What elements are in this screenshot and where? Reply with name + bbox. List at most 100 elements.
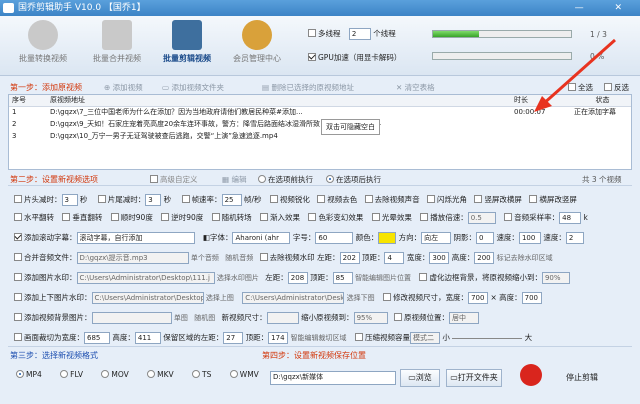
window-controls[interactable]: — ✕ — [575, 0, 636, 16]
crop-checkbox[interactable] — [14, 333, 22, 341]
size-select[interactable]: 60 — [315, 232, 354, 244]
browse-button[interactable]: ▭浏览 — [400, 369, 440, 387]
gpu-option[interactable]: GPU加速（用显卡解码） — [308, 52, 401, 63]
advanced-checkbox[interactable] — [150, 175, 158, 183]
multithread-option[interactable]: 多线程 2 个线程 — [308, 28, 396, 40]
merge-audio-checkbox[interactable] — [14, 253, 22, 261]
horizontal-checkbox[interactable] — [529, 195, 538, 203]
orig-pos-checkbox[interactable] — [393, 313, 402, 321]
format-radio-mov[interactable] — [101, 370, 110, 378]
stop-icon[interactable] — [520, 364, 542, 386]
image-path-input[interactable]: C:\Users\Administrator\Desktop\111.j — [76, 272, 215, 284]
compress-slider[interactable] — [452, 337, 523, 339]
bg-single-button[interactable]: 单图 — [174, 314, 188, 322]
after-radio[interactable] — [326, 175, 334, 183]
remove-wm-checkbox[interactable] — [259, 253, 268, 261]
head-cut-input[interactable]: 3 — [61, 194, 78, 206]
blur-checkbox[interactable] — [419, 273, 428, 281]
direction-select[interactable]: 向左 — [421, 232, 452, 244]
size-w-input[interactable]: 700 — [468, 292, 489, 304]
left-input[interactable]: 202 — [339, 252, 360, 264]
subtitle-input[interactable]: 滚动字幕，自行添加 — [76, 232, 195, 244]
top-input[interactable]: 4 — [384, 252, 405, 264]
toolbar-merge[interactable]: 批量合并视频 — [82, 20, 152, 64]
gpu-checkbox[interactable] — [308, 53, 316, 61]
font-select[interactable]: Aharoni (ahr — [232, 232, 291, 244]
add-video-button[interactable]: ⊕ 添加视频 — [104, 82, 143, 93]
scale-select[interactable]: 95% — [353, 312, 388, 324]
frame-rate-input[interactable]: 25 — [221, 194, 242, 206]
multithread-checkbox[interactable] — [308, 29, 316, 37]
rot90-checkbox[interactable] — [110, 213, 119, 221]
delete-selected-button[interactable]: ▤ 删除已选择的原视频地址 — [262, 82, 354, 93]
modify-size-checkbox[interactable] — [383, 293, 392, 301]
bg-path-input[interactable] — [91, 312, 172, 324]
sample-checkbox[interactable] — [504, 213, 513, 221]
bg-checkbox[interactable] — [14, 313, 22, 321]
height-input[interactable]: 200 — [474, 252, 495, 264]
mode-select[interactable]: 模式二 — [409, 332, 440, 344]
advanced-option[interactable]: 高级自定义 — [150, 174, 198, 185]
stop-button[interactable]: 停止剪辑 — [566, 372, 598, 383]
thread-count-input[interactable]: 2 — [348, 28, 371, 40]
after-option[interactable]: 在选项后执行 — [326, 174, 381, 185]
open-folder-button[interactable]: ▭打开文件夹 — [446, 369, 502, 387]
table-row[interactable]: 3 D:\gqzx\10_万宁一男子无证驾驶被查后逃跑，交警“上演”急速追逐.mp… — [9, 130, 631, 142]
speed2-input[interactable]: 100 — [518, 232, 541, 244]
select-image-button[interactable]: 选择水印图片 — [217, 274, 259, 282]
format-radio-ts[interactable] — [192, 370, 201, 378]
edit-button[interactable]: ▦ 编辑 — [222, 174, 246, 185]
format-radio-wmv[interactable] — [229, 370, 238, 378]
subtitle-color-swatch[interactable] — [378, 232, 397, 244]
crop-w-input[interactable]: 685 — [84, 332, 110, 344]
single-audio-button[interactable]: 单个音频 — [191, 254, 219, 262]
toolbar-member[interactable]: 会员管理中心 — [222, 20, 292, 64]
shadow-select[interactable]: 0 — [476, 232, 495, 244]
head-cut-checkbox[interactable] — [14, 195, 22, 203]
size-h-input[interactable]: 700 — [521, 292, 542, 304]
add-folder-button[interactable]: ▭ 添加视频文件夹 — [162, 82, 224, 93]
color-checkbox[interactable] — [308, 213, 317, 221]
rot-ccw-checkbox[interactable] — [161, 213, 170, 221]
toolbar-convert[interactable]: 批量转换视频 — [8, 20, 78, 64]
top2-input[interactable]: 85 — [332, 272, 353, 284]
mark-region-button[interactable]: 标记去除水印区域 — [497, 254, 553, 262]
remove-audio-checkbox[interactable] — [364, 195, 373, 203]
crop-h-input[interactable]: 411 — [134, 332, 161, 344]
compress-checkbox[interactable] — [354, 333, 363, 341]
new-size-select[interactable] — [266, 312, 299, 324]
speed-select[interactable]: 0.5 — [467, 212, 496, 224]
toolbar-edit[interactable]: 批量剪辑视频 — [152, 20, 222, 64]
blur-select[interactable]: 90% — [541, 272, 570, 284]
select-top-button[interactable]: 选择上图 — [206, 294, 234, 302]
left2-input[interactable]: 208 — [287, 272, 308, 284]
select-bottom-button[interactable]: 选择下图 — [347, 294, 375, 302]
image-wm-checkbox[interactable] — [14, 273, 22, 281]
sample-input[interactable]: 48 — [559, 212, 582, 224]
frame-path-input[interactable]: C:\Users\Administrator\Desktop\ — [91, 292, 204, 304]
format-radio-flv[interactable] — [60, 370, 69, 378]
smart-pos-button[interactable]: 智能编辑图片位置 — [355, 274, 411, 282]
subtitle-checkbox[interactable] — [14, 233, 22, 241]
vertical-checkbox[interactable] — [474, 195, 483, 203]
format-radio-mkv[interactable] — [147, 370, 156, 378]
before-option[interactable]: 在选项前执行 — [258, 174, 313, 185]
speed-checkbox[interactable] — [420, 213, 429, 221]
clear-table-button[interactable]: ✕ 清空表格 — [396, 82, 435, 93]
bg-random-button[interactable]: 随机图 — [194, 314, 215, 322]
fade-in-checkbox[interactable] — [260, 213, 269, 221]
save-path-input[interactable]: D:\gqzx\新媒体 — [270, 371, 396, 385]
format-radio-mp4[interactable] — [16, 370, 24, 378]
flash-checkbox[interactable] — [427, 195, 436, 203]
sharpen-checkbox[interactable] — [269, 195, 278, 203]
frame-checkbox[interactable] — [14, 293, 22, 301]
pos-select[interactable]: 居中 — [448, 312, 479, 324]
frame-rate-checkbox[interactable] — [181, 195, 190, 203]
smart-crop-button[interactable]: 智能编辑裁切区域 — [291, 334, 347, 342]
hflip-checkbox[interactable] — [14, 213, 22, 221]
tail-cut-input[interactable]: 3 — [145, 194, 162, 206]
denoise-checkbox[interactable] — [317, 195, 326, 203]
random-audio-button[interactable]: 随机音频 — [225, 254, 253, 262]
audio-path-input[interactable]: D:\gqzx\提示音.mp3 — [76, 252, 189, 264]
width-input[interactable]: 300 — [429, 252, 450, 264]
